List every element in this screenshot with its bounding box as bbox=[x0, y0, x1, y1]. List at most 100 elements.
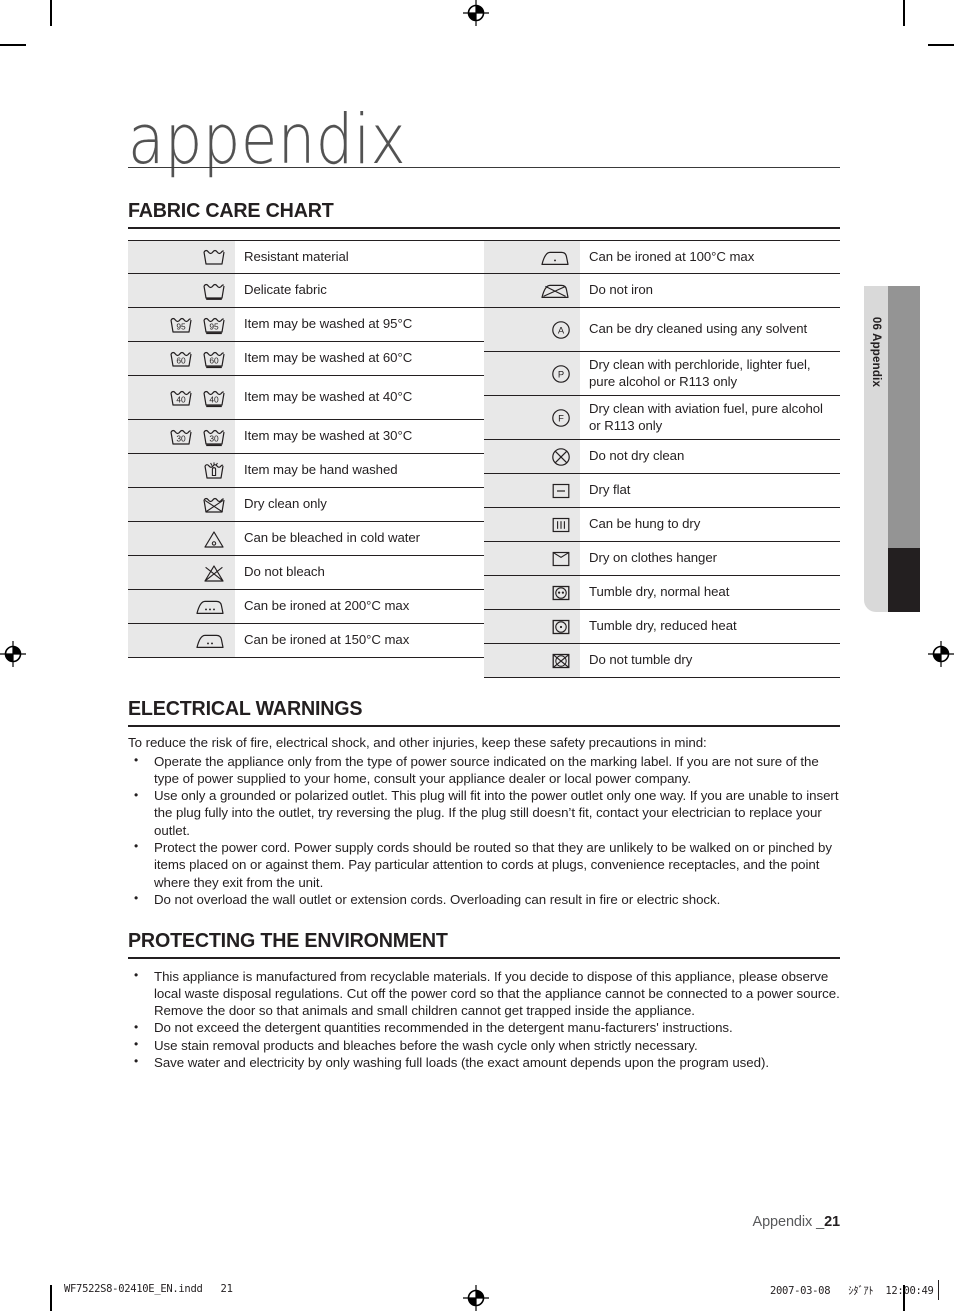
chapter-side-tab: 06 Appendix bbox=[864, 286, 920, 612]
table-row: Can be bleached in cold water bbox=[128, 522, 484, 556]
page-footer: Appendix _21 bbox=[753, 1214, 841, 1230]
care-row-label: Dry clean with aviation fuel, pure alcoh… bbox=[589, 401, 823, 433]
care-row-label: Dry on clothes hanger bbox=[589, 550, 717, 566]
care-row-label: Can be ironed at 200°C max bbox=[244, 598, 410, 614]
washtub-30-icon: 30 bbox=[170, 429, 192, 445]
side-tab-dark-panel bbox=[888, 548, 920, 612]
care-row-label: Do not iron bbox=[589, 282, 653, 298]
icon-cell bbox=[128, 522, 235, 555]
list-item: This appliance is manufactured from recy… bbox=[128, 967, 840, 1020]
crop-mark-bottom-left-vertical bbox=[50, 1285, 52, 1311]
dry-clean-any-solvent-icon: A bbox=[552, 320, 570, 339]
tumble-dry-normal-heat-icon bbox=[552, 585, 570, 600]
list-item: Protect the power cord. Power supply cor… bbox=[128, 838, 840, 891]
care-row-label: Dry clean with perchloride, lighter fuel… bbox=[589, 357, 811, 389]
table-row: Dry on clothes hanger bbox=[484, 542, 840, 576]
iron-100c-icon bbox=[541, 251, 569, 265]
washtub-30-bar-icon: 30 bbox=[203, 429, 225, 446]
tumble-dry-reduced-heat-icon bbox=[552, 619, 570, 634]
icon-cell bbox=[128, 624, 235, 657]
care-row-label: Item may be washed at 40°C bbox=[244, 389, 413, 405]
page-content: appendix FABRIC CARE CHART Resistant mat… bbox=[128, 0, 840, 1311]
table-row: Tumble dry, normal heat bbox=[484, 576, 840, 610]
care-row-label: Item may be washed at 95°C bbox=[244, 316, 413, 332]
fabric-care-table: Resistant material Delicate fabric 95 95… bbox=[128, 240, 840, 678]
care-row-label: Item may be hand washed bbox=[244, 462, 398, 478]
care-row-label: Dry clean only bbox=[244, 496, 327, 512]
dryclean-letter-text: P bbox=[558, 368, 564, 379]
washtub-temp-text: 30 bbox=[209, 433, 219, 443]
care-table-left-column: Resistant material Delicate fabric 95 95… bbox=[128, 240, 484, 678]
care-row-label: Resistant material bbox=[244, 248, 349, 264]
list-item: Save water and electricity by only washi… bbox=[128, 1053, 840, 1071]
do-not-bleach-icon bbox=[204, 564, 224, 582]
table-row: 40 40 Item may be washed at 40°C bbox=[128, 376, 484, 420]
dry-clean-aviation-fuel-icon: F bbox=[552, 408, 570, 427]
electrical-warnings-lead: To reduce the risk of fire, electrical s… bbox=[128, 734, 707, 750]
dry-clean-only-icon bbox=[203, 497, 225, 513]
electrical-warnings-list: Operate the appliance only from the type… bbox=[128, 752, 840, 909]
care-row-label: Item may be washed at 60°C bbox=[244, 350, 413, 366]
dry-on-clothes-hanger-icon bbox=[552, 551, 570, 566]
table-row: 60 60 Item may be washed at 60°C bbox=[128, 342, 484, 376]
icon-cell bbox=[484, 274, 580, 307]
care-row-label: Can be bleached in cold water bbox=[244, 530, 420, 546]
icon-cell: P bbox=[484, 352, 580, 395]
care-row-label: Tumble dry, normal heat bbox=[589, 584, 730, 600]
washtub-temp-text: 60 bbox=[209, 355, 219, 365]
washtub-95-icon: 95 bbox=[170, 317, 192, 333]
table-row: Dry clean only bbox=[128, 488, 484, 522]
table-row: 95 95 Item may be washed at 95°C bbox=[128, 308, 484, 342]
icon-cell bbox=[484, 440, 580, 473]
crop-mark-top-left-horizontal bbox=[0, 44, 26, 46]
care-row-label: Can be ironed at 100°C max bbox=[589, 248, 755, 264]
icon-cell bbox=[484, 542, 580, 575]
washtub-temp-text: 95 bbox=[209, 321, 219, 331]
washtub-95-bar-icon: 95 bbox=[203, 317, 225, 334]
list-item: Do not exceed the detergent quantities r… bbox=[128, 1019, 840, 1037]
registration-mark-right bbox=[928, 641, 954, 667]
icon-cell: A bbox=[484, 308, 580, 351]
table-row: A Can be dry cleaned using any solvent bbox=[484, 308, 840, 352]
print-slug-rule bbox=[938, 1280, 939, 1300]
washtub-temp-text: 40 bbox=[209, 394, 219, 404]
washtub-temp-text: 40 bbox=[176, 394, 186, 404]
washtub-60-bar-icon: 60 bbox=[203, 351, 225, 368]
registration-mark-left bbox=[0, 641, 26, 667]
washtub-temp-text: 95 bbox=[176, 321, 186, 331]
icon-cell bbox=[128, 454, 235, 487]
list-item: Operate the appliance only from the type… bbox=[128, 752, 840, 788]
care-row-label: Item may be washed at 30°C bbox=[244, 428, 413, 444]
care-row-label: Do not bleach bbox=[244, 564, 325, 580]
icon-cell bbox=[128, 590, 235, 623]
list-item: Use stain removal products and bleaches … bbox=[128, 1036, 840, 1054]
crop-mark-top-right-horizontal bbox=[928, 44, 954, 46]
dryclean-letter-text: F bbox=[558, 412, 564, 423]
crop-mark-top-right-vertical bbox=[903, 0, 905, 26]
icon-cell: 60 60 bbox=[128, 342, 235, 375]
washtub-temp-text: 60 bbox=[176, 355, 186, 365]
care-row-label: Can be ironed at 150°C max bbox=[244, 632, 410, 648]
fabric-care-chart-heading: FABRIC CARE CHART bbox=[128, 199, 334, 222]
icon-cell: 30 30 bbox=[128, 420, 235, 453]
washtub-temp-text: 30 bbox=[176, 433, 186, 443]
chapter-title-block: appendix bbox=[128, 105, 840, 175]
section-divider bbox=[128, 725, 840, 727]
table-row: Do not bleach bbox=[128, 556, 484, 590]
table-row: Can be ironed at 200°C max bbox=[128, 590, 484, 624]
environment-list: This appliance is manufactured from recy… bbox=[128, 967, 840, 1072]
icon-cell bbox=[484, 508, 580, 541]
iron-200c-icon bbox=[196, 600, 224, 614]
washtub-icon bbox=[203, 249, 225, 265]
care-row-label: Tumble dry, reduced heat bbox=[589, 618, 737, 634]
print-slug-filename: WF7522S8-02410E_EN.indd 21 bbox=[64, 1283, 233, 1295]
crop-mark-bottom-right-vertical bbox=[903, 1285, 905, 1311]
table-row: Can be ironed at 150°C max bbox=[128, 624, 484, 658]
dryclean-letter-text: A bbox=[558, 324, 565, 335]
table-row: Resistant material bbox=[128, 240, 484, 274]
list-item: Use only a grounded or polarized outlet.… bbox=[128, 787, 840, 839]
care-table-right-column: Can be ironed at 100°C max Do not iron A… bbox=[484, 240, 840, 678]
table-row: Dry flat bbox=[484, 474, 840, 508]
care-row-label: Can be dry cleaned using any solvent bbox=[589, 321, 808, 337]
table-row: F Dry clean with aviation fuel, pure alc… bbox=[484, 396, 840, 440]
